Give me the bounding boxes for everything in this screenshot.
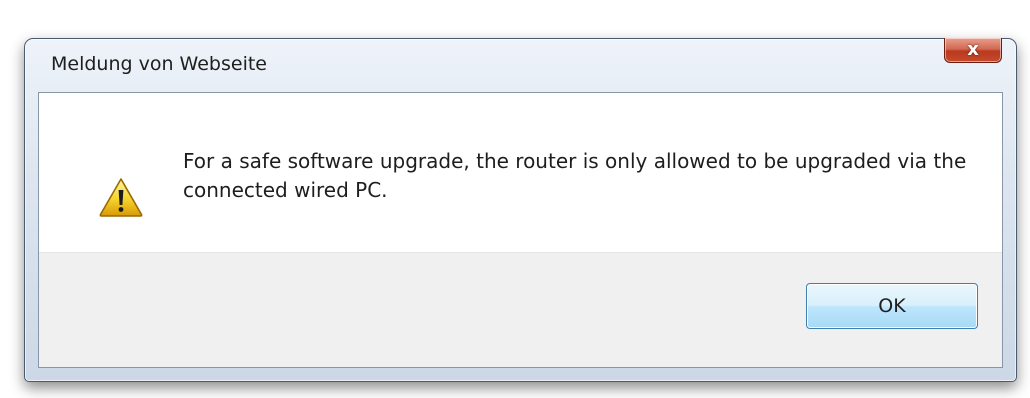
message-text: For a safe software upgrade, the router … <box>183 149 967 202</box>
close-icon: x <box>967 39 979 60</box>
close-button[interactable]: x <box>944 38 1002 63</box>
message-area: For a safe software upgrade, the router … <box>39 93 1002 263</box>
warning-icon <box>99 178 143 217</box>
button-bar: OK <box>39 252 1002 367</box>
ok-button[interactable]: OK <box>806 283 978 329</box>
dialog-body: For a safe software upgrade, the router … <box>38 92 1003 368</box>
dialog-title: Meldung von Webseite <box>51 53 267 75</box>
alert-dialog: Meldung von Webseite x For a safe softwa… <box>24 38 1017 382</box>
